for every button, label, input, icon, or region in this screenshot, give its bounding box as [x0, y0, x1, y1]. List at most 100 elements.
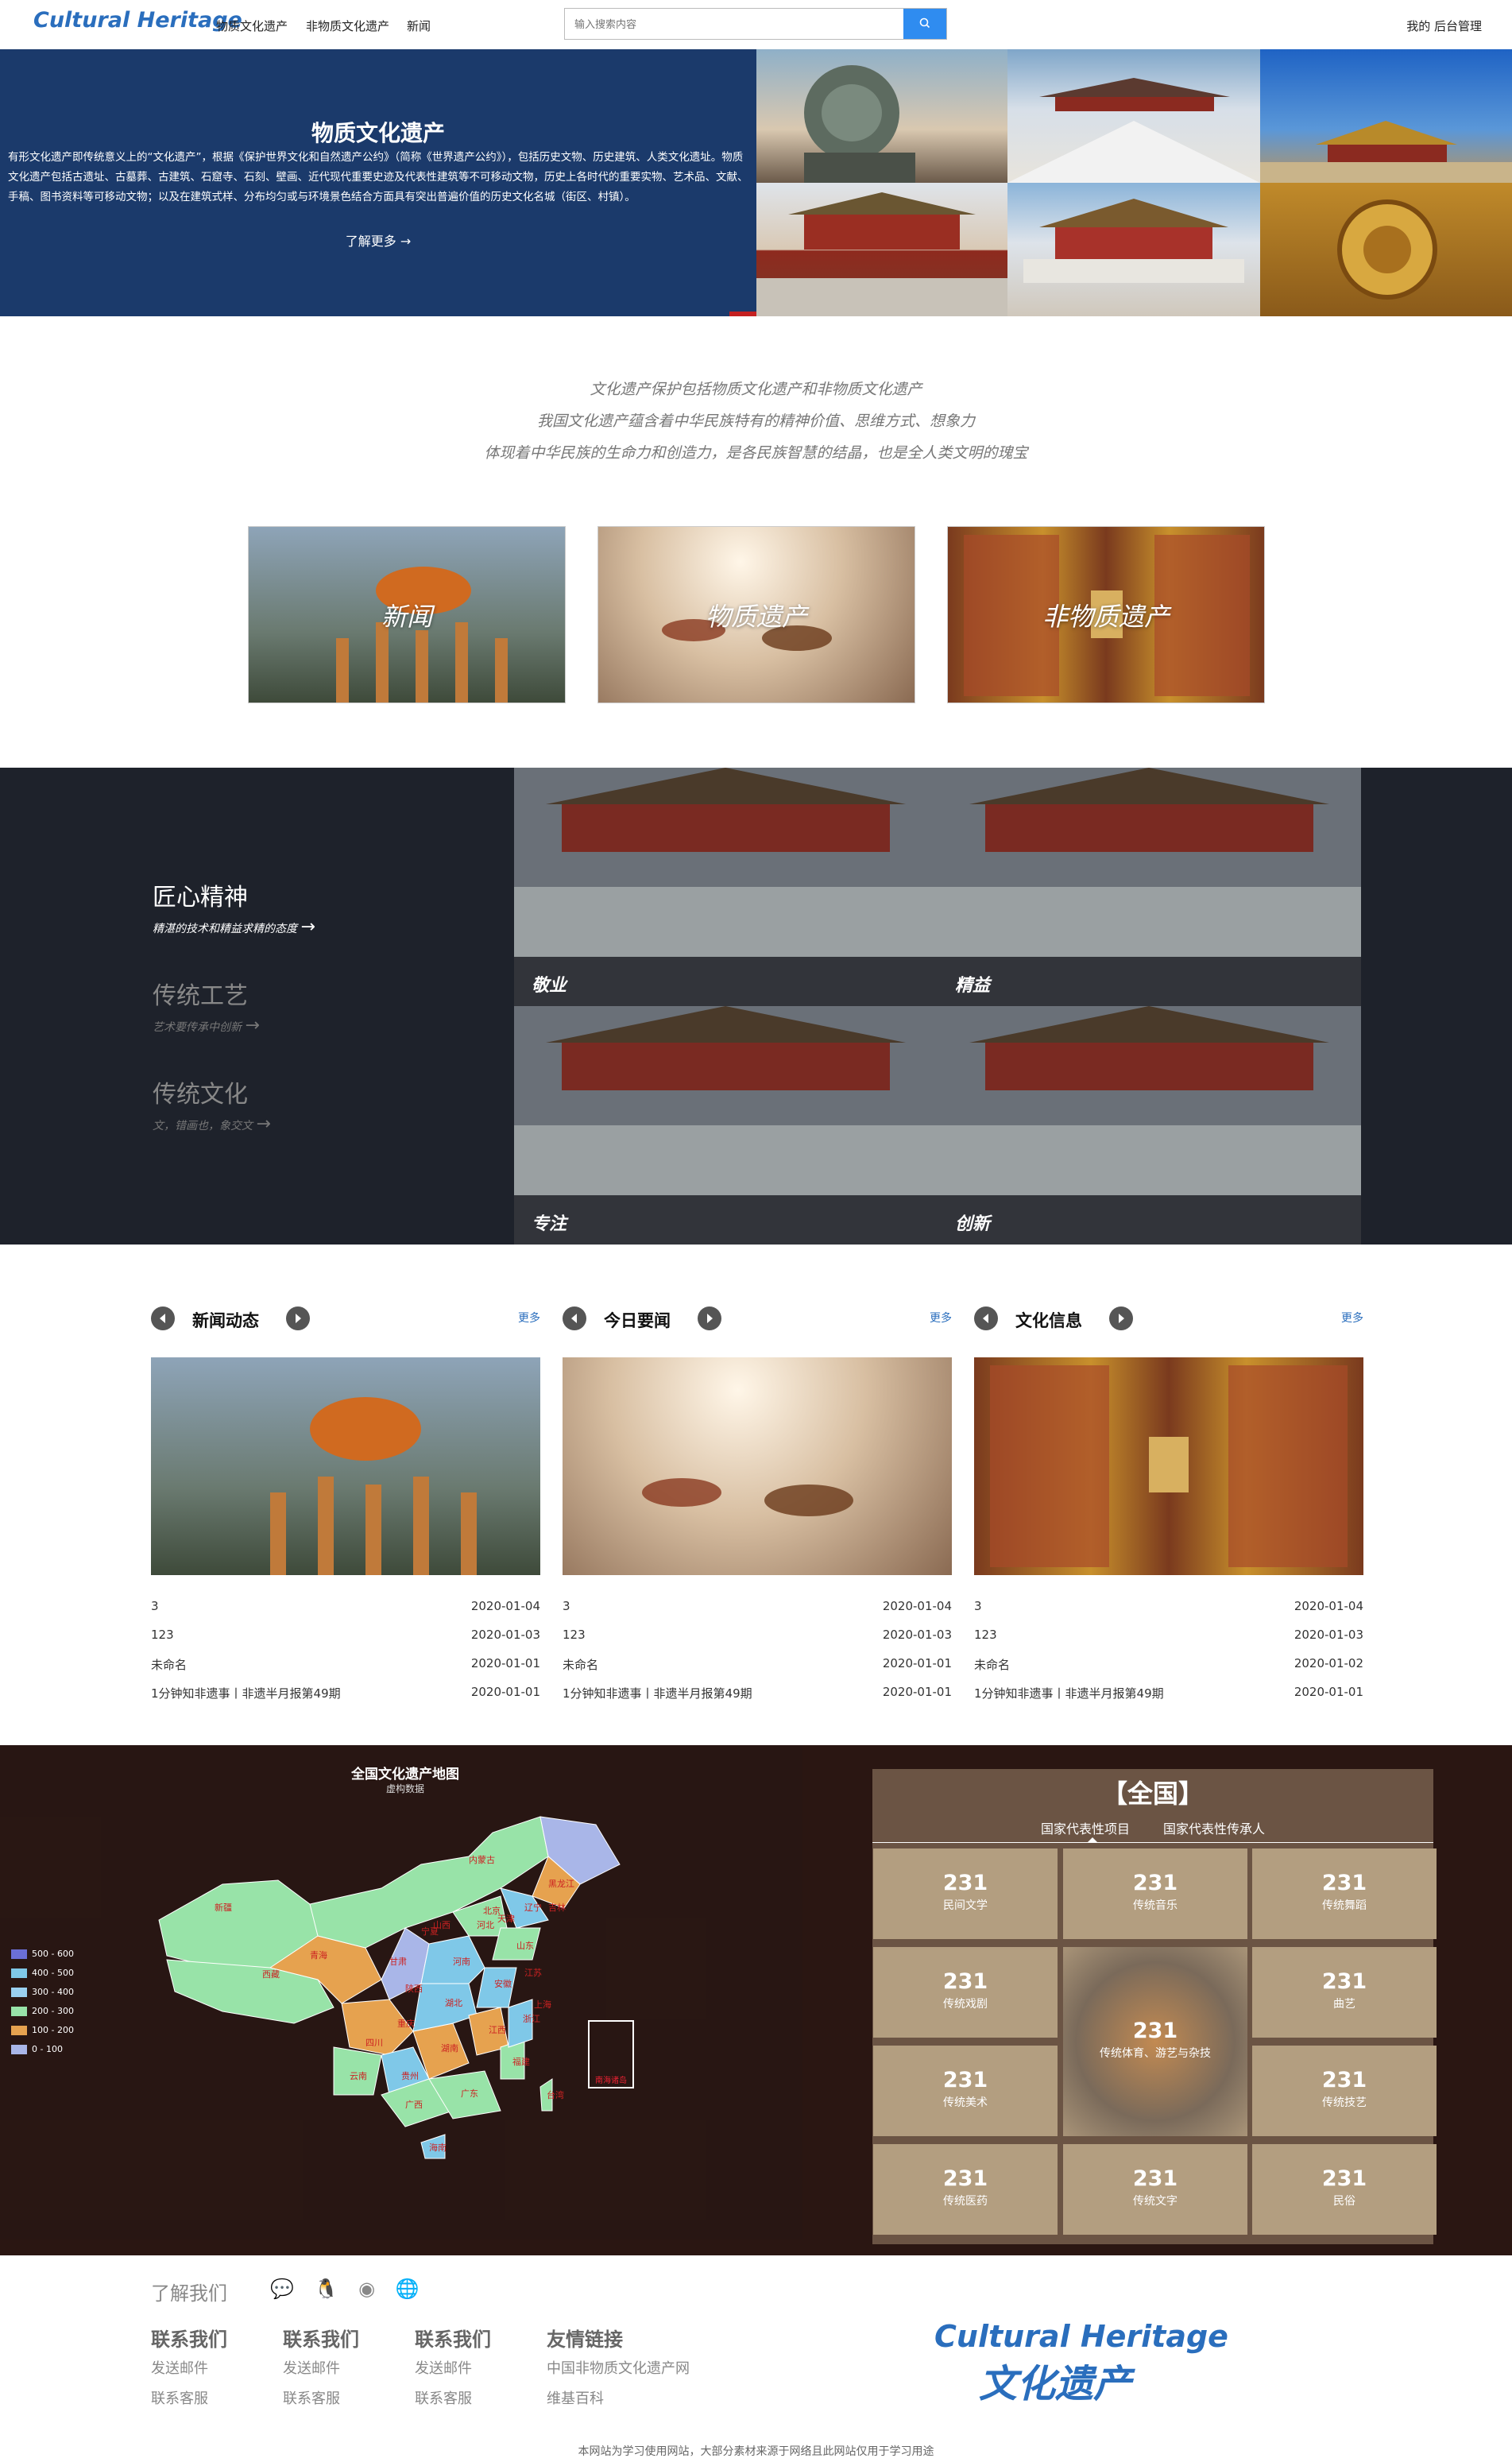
learn-more-link[interactable]: 了解更多 →	[0, 230, 756, 250]
legend-item[interactable]: 0 - 100	[11, 2044, 63, 2054]
blue-sky-palace-image	[1260, 121, 1512, 183]
footer-link[interactable]: 联系客服	[415, 2387, 472, 2408]
footer: 了解我们 💬 🐧 ◉ 🌐 联系我们 发送邮件 联系客服 联系我们 发送邮件 联系…	[0, 2255, 1512, 2462]
province-label: 海南	[429, 2142, 447, 2153]
prev-arrow-icon[interactable]	[974, 1306, 998, 1330]
footer-link[interactable]: 中国非物质文化遗产网	[547, 2357, 690, 2378]
craft-item-sub-1[interactable]: 精湛的技术和精益求精的态度 →	[153, 917, 315, 937]
hero-title: 物质文化遗产	[311, 120, 445, 146]
category-card-intangible[interactable]: 非物质遗产	[947, 526, 1265, 703]
stat-tile[interactable]: 231 传统戏剧	[873, 1947, 1058, 2038]
footer-heading: 联系我们	[283, 2328, 359, 2351]
top-navbar: Cultural Heritage 物质文化遗产 非物质文化遗产 新闻 我的 后…	[0, 0, 1512, 49]
craft-item-title-2[interactable]: 传统工艺	[153, 976, 248, 1011]
globe-icon[interactable]: 🌐	[396, 2278, 420, 2300]
palace-card-2[interactable]: 精益	[938, 768, 1361, 1006]
news-image[interactable]	[151, 1357, 540, 1575]
stat-tile[interactable]: 231 传统美术	[873, 2046, 1058, 2136]
stat-tile[interactable]: 231 民俗	[1252, 2144, 1437, 2235]
prev-arrow-icon[interactable]	[563, 1306, 586, 1330]
user-admin-links[interactable]: 我的 后台管理	[1406, 17, 1482, 34]
tab-national-inheritors[interactable]: 国家代表性传承人	[1163, 1818, 1265, 1837]
hero-image-hall-front	[756, 183, 1007, 316]
craft-item-sub-2[interactable]: 艺术要传承中创新 →	[153, 1016, 260, 1036]
more-link[interactable]: 更多	[930, 1310, 952, 1326]
tab-national-projects[interactable]: 国家代表性项目	[1041, 1818, 1130, 1837]
province-label: 重庆	[397, 2018, 415, 2029]
footer-link[interactable]: 发送邮件	[415, 2357, 472, 2378]
footer-link[interactable]: 发送邮件	[283, 2357, 340, 2378]
hero-slide-indicator[interactable]	[729, 312, 756, 316]
craft-item-sub-3[interactable]: 文，错画也，象交文 →	[153, 1114, 271, 1134]
palace-card-3[interactable]: 专注	[514, 1006, 938, 1245]
province-label: 福建	[512, 2056, 530, 2067]
news-image[interactable]	[974, 1357, 1363, 1575]
news-item[interactable]: 1分钟知非遗事丨非遗半月报第49期 2020-01-01	[974, 1685, 1363, 1713]
province-label: 湖北	[445, 1998, 462, 2008]
wechat-icon[interactable]: 💬	[270, 2278, 294, 2300]
craft-item-title-3[interactable]: 传统文化	[153, 1074, 248, 1109]
news-item[interactable]: 未命名 2020-01-01	[151, 1656, 540, 1685]
footer-link[interactable]: 联系客服	[283, 2387, 340, 2408]
more-link[interactable]: 更多	[518, 1310, 540, 1326]
stat-tile[interactable]: 231 传统音乐	[1063, 1848, 1247, 1939]
craft-item-title-1[interactable]: 匠心精神	[153, 877, 248, 912]
footer-link[interactable]: 发送邮件	[151, 2357, 208, 2378]
category-card-material[interactable]: 物质遗产	[597, 526, 915, 703]
news-item[interactable]: 123 2020-01-03	[151, 1628, 540, 1656]
shadow-puppet-image	[642, 1478, 853, 1516]
legend-item[interactable]: 200 - 300	[11, 2006, 74, 2016]
weibo-icon[interactable]: ◉	[358, 2278, 375, 2300]
nav-material-heritage[interactable]: 物质文化遗产	[216, 17, 288, 34]
china-map[interactable]: 黑龙江吉林辽宁内蒙古新疆西藏青海甘肃四川云南 贵州广西广东湖南湖北河南河北山东山西…	[151, 1809, 659, 2190]
palace-caption-1: 敬业	[514, 957, 938, 1006]
search-input[interactable]	[565, 9, 903, 39]
stat-tile-featured[interactable]: 231 传统体育、游艺与杂技	[1063, 1947, 1247, 2136]
more-link[interactable]: 更多	[1341, 1310, 1363, 1326]
search-icon	[919, 17, 930, 28]
news-item[interactable]: 未命名 2020-01-02	[974, 1656, 1363, 1685]
stat-tile[interactable]: 231 民间文学	[873, 1848, 1058, 1939]
news-item[interactable]: 3 2020-01-04	[974, 1599, 1363, 1628]
site-logo[interactable]: Cultural Heritage	[33, 8, 242, 33]
legend-item[interactable]: 100 - 200	[11, 2025, 74, 2035]
stat-tile[interactable]: 231 传统医药	[873, 2144, 1058, 2235]
legend-item[interactable]: 400 - 500	[11, 1968, 74, 1978]
news-item[interactable]: 123 2020-01-03	[563, 1628, 952, 1656]
footer-link[interactable]: 维基百科	[547, 2387, 604, 2408]
arrow-right-icon: →	[256, 1114, 271, 1134]
footer-logo-en: Cultural Heritage	[934, 2319, 1228, 2354]
next-arrow-icon[interactable]	[698, 1306, 721, 1330]
nav-news[interactable]: 新闻	[407, 17, 431, 34]
news-item[interactable]: 未命名 2020-01-01	[563, 1656, 952, 1685]
legend-item[interactable]: 300 - 400	[11, 1987, 74, 1997]
search-button[interactable]	[903, 9, 946, 39]
footer-link[interactable]: 联系客服	[151, 2387, 208, 2408]
next-arrow-icon[interactable]	[1109, 1306, 1133, 1330]
news-item[interactable]: 3 2020-01-04	[151, 1599, 540, 1628]
stat-tile[interactable]: 231 曲艺	[1252, 1947, 1437, 2038]
footer-logo-cn: 文化遗产	[979, 2362, 1132, 2406]
news-item[interactable]: 3 2020-01-04	[563, 1599, 952, 1628]
stat-tile[interactable]: 231 传统技艺	[1252, 2046, 1437, 2136]
news-item[interactable]: 1分钟知非遗事丨非遗半月报第49期 2020-01-01	[563, 1685, 952, 1713]
next-arrow-icon[interactable]	[286, 1306, 310, 1330]
nav-intangible-heritage[interactable]: 非物质文化遗产	[306, 17, 389, 34]
footer-heading: 联系我们	[151, 2328, 227, 2351]
legend-item[interactable]: 500 - 600	[11, 1949, 74, 1959]
news-image[interactable]	[563, 1357, 952, 1575]
prev-arrow-icon[interactable]	[151, 1306, 175, 1330]
province-label: 河南	[453, 1957, 470, 1967]
tab-divider	[872, 1842, 1433, 1843]
province-label: 湖南	[441, 2043, 458, 2054]
category-card-news[interactable]: 新闻	[248, 526, 566, 703]
province-label: 上海	[534, 1999, 551, 2010]
qq-icon[interactable]: 🐧	[315, 2278, 338, 2300]
stat-tile[interactable]: 231 传统舞蹈	[1252, 1848, 1437, 1939]
palace-card-1[interactable]: 敬业	[514, 768, 938, 1006]
palace-card-4[interactable]: 创新	[938, 1006, 1361, 1245]
news-item[interactable]: 1分钟知非遗事丨非遗半月报第49期 2020-01-01	[151, 1685, 540, 1713]
intro-text: 文化遗产保护包括物质文化遗产和非物质文化遗产 我国文化遗产蕴含着中华民族特有的精…	[0, 374, 1512, 469]
news-item[interactable]: 123 2020-01-03	[974, 1628, 1363, 1656]
stat-tile[interactable]: 231 传统文字	[1063, 2144, 1247, 2235]
